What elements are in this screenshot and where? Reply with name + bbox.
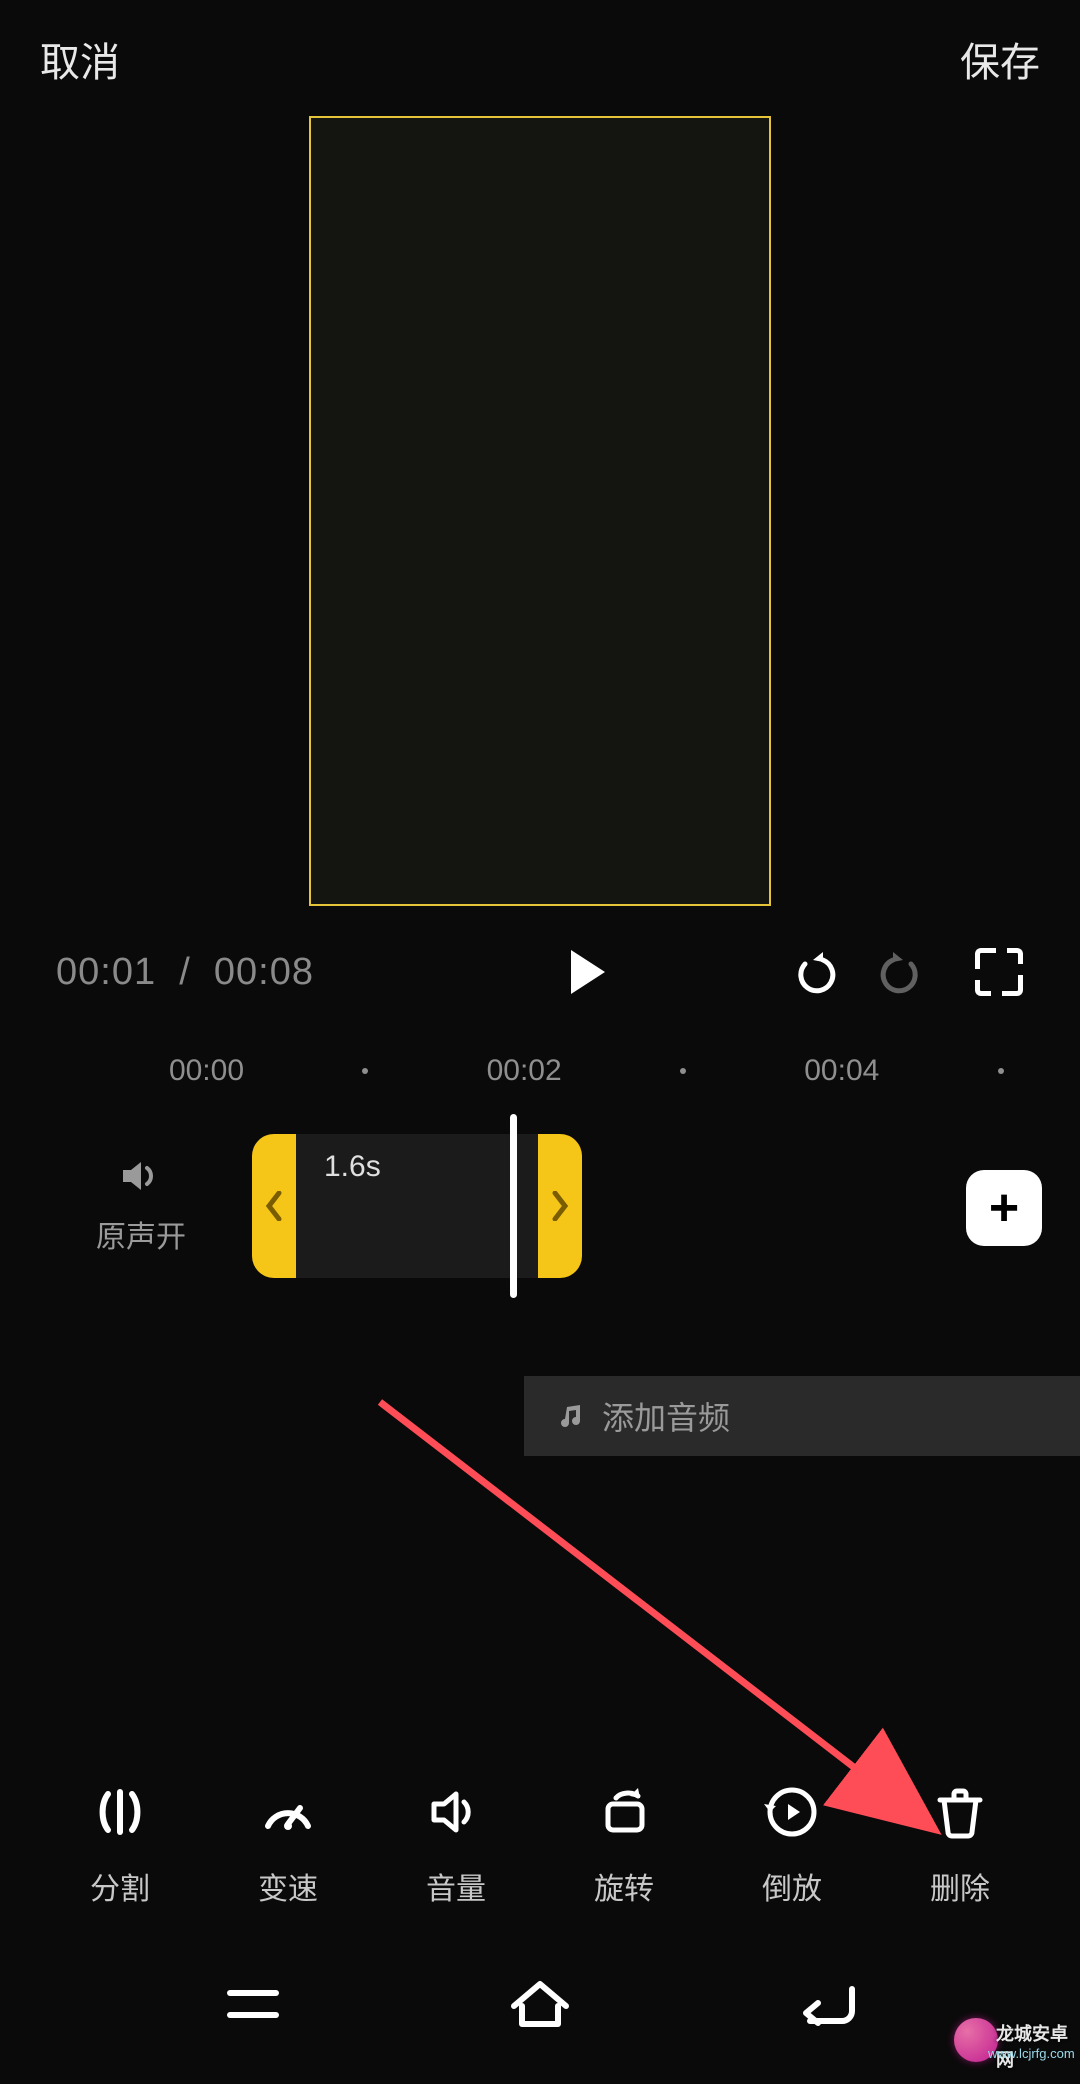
play-icon	[571, 950, 605, 994]
tool-label: 倒放	[762, 1864, 822, 1908]
timeline[interactable]: 原声开 1.6s +	[0, 1134, 1080, 1294]
header: 取消 保存	[0, 0, 1080, 108]
tool-volume[interactable]: 音量	[424, 1780, 488, 1908]
back-icon	[796, 1981, 858, 2027]
chevron-left-icon	[265, 1191, 283, 1221]
current-time: 00:01	[56, 951, 156, 993]
home-icon	[508, 1978, 572, 2030]
tool-label: 删除	[930, 1864, 990, 1908]
add-audio-track[interactable]: 添加音频	[524, 1376, 1080, 1456]
tool-delete[interactable]: 删除	[928, 1780, 992, 1908]
speaker-icon	[119, 1154, 163, 1198]
clip-handle-left[interactable]	[252, 1134, 296, 1278]
clip-handle-right[interactable]	[538, 1134, 582, 1278]
plus-icon: +	[989, 1178, 1019, 1238]
tool-bar: 分割 变速 音量 旋转 倒放 删除	[0, 1780, 1080, 1908]
original-sound-toggle[interactable]: 原声开	[96, 1154, 186, 1256]
play-button[interactable]	[562, 946, 614, 998]
tool-label: 音量	[426, 1864, 486, 1908]
undo-icon	[793, 950, 837, 994]
save-button[interactable]: 保存	[960, 30, 1040, 88]
cancel-button[interactable]: 取消	[40, 30, 120, 88]
nav-back-button[interactable]	[787, 1974, 867, 2034]
tool-reverse[interactable]: 倒放	[760, 1780, 824, 1908]
ruler-tick: 00:02	[445, 1054, 604, 1088]
time-separator: /	[168, 951, 214, 993]
system-nav-bar	[0, 1944, 1080, 2084]
rotate-icon	[592, 1780, 656, 1844]
tool-split[interactable]: 分割	[88, 1780, 152, 1908]
fullscreen-icon	[975, 948, 1023, 996]
chevron-right-icon	[551, 1191, 569, 1221]
clip-duration: 1.6s	[324, 1150, 381, 1184]
ruler-dot	[998, 1068, 1004, 1074]
preview-area	[0, 108, 1080, 906]
watermark: 龙城安卓网 www.lcjrfg.com	[948, 2016, 1068, 2080]
nav-home-button[interactable]	[500, 1974, 580, 2034]
ruler-dot	[680, 1068, 686, 1074]
trash-icon	[928, 1780, 992, 1844]
fullscreen-button[interactable]	[974, 947, 1024, 997]
ruler-dot	[362, 1068, 368, 1074]
tool-label: 变速	[258, 1864, 318, 1908]
music-note-icon	[558, 1403, 584, 1429]
undo-button[interactable]	[790, 947, 840, 997]
ruler-tick: 00:04	[762, 1054, 921, 1088]
watermark-url: www.lcjrfg.com	[988, 2046, 1075, 2061]
video-clip[interactable]: 1.6s	[252, 1134, 582, 1278]
tool-rotate[interactable]: 旋转	[592, 1780, 656, 1908]
reverse-icon	[760, 1780, 824, 1844]
time-ruler[interactable]: 00:00 00:02 00:04	[0, 998, 1080, 1088]
sound-label: 原声开	[96, 1212, 186, 1256]
clip-content: 1.6s	[296, 1134, 538, 1278]
menu-icon	[224, 1983, 282, 2025]
redo-button[interactable]	[876, 947, 926, 997]
playhead[interactable]	[510, 1114, 517, 1298]
video-preview[interactable]	[309, 116, 771, 906]
tool-speed[interactable]: 变速	[256, 1780, 320, 1908]
tool-label: 旋转	[594, 1864, 654, 1908]
nav-menu-button[interactable]	[213, 1974, 293, 2034]
playback-controls: 00:01 / 00:08	[0, 906, 1080, 998]
volume-icon	[424, 1780, 488, 1844]
redo-icon	[879, 950, 923, 994]
split-icon	[88, 1780, 152, 1844]
total-time: 00:08	[214, 951, 314, 993]
ruler-tick: 00:00	[127, 1054, 286, 1088]
speed-icon	[256, 1780, 320, 1844]
add-clip-button[interactable]: +	[966, 1170, 1042, 1246]
tool-label: 分割	[90, 1864, 150, 1908]
add-audio-label: 添加音频	[602, 1393, 730, 1439]
playback-time: 00:01 / 00:08	[56, 951, 562, 994]
